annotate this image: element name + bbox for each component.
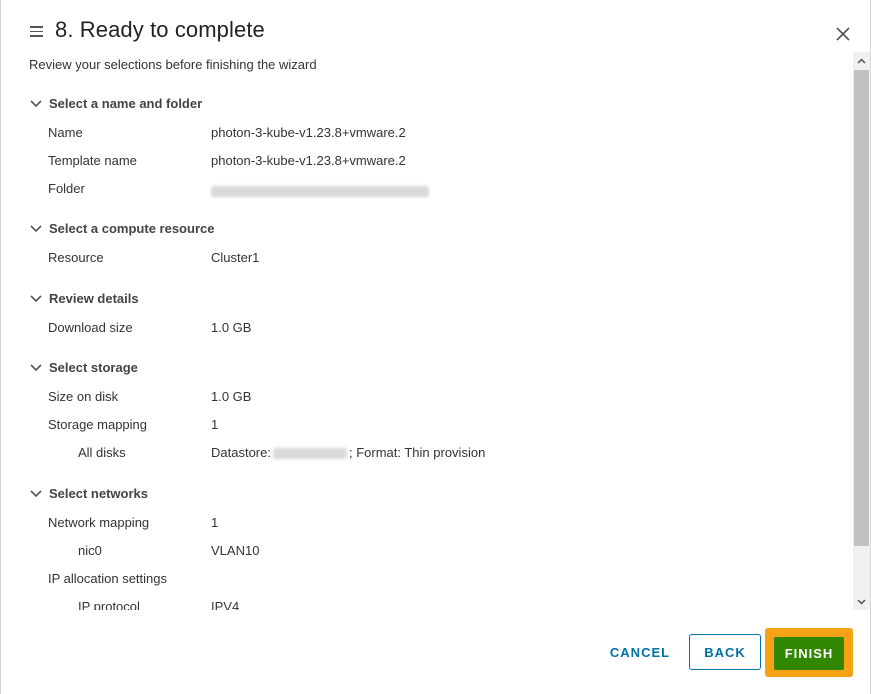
section-compute-toggle[interactable]: Select a compute resource xyxy=(29,221,214,236)
ip-protocol-label: IP protocol xyxy=(78,599,140,610)
chevron-down-icon xyxy=(30,99,42,107)
section-title: Select networks xyxy=(49,486,148,501)
name-label: Name xyxy=(48,125,83,140)
ip-allocation-label: IP allocation settings xyxy=(48,571,167,586)
dialog-subtitle: Review your selections before finishing … xyxy=(29,57,317,72)
finish-button[interactable]: FINISH xyxy=(774,637,844,670)
storage-mapping-value: 1 xyxy=(211,417,219,432)
network-mapping-value: 1 xyxy=(211,515,219,530)
cancel-button[interactable]: CANCEL xyxy=(601,634,679,670)
dialog-header: 8. Ready to complete xyxy=(1,0,871,52)
ip-protocol-value: IPV4 xyxy=(211,599,240,610)
format-text: ; Format: Thin provision xyxy=(348,445,486,460)
scroll-up-arrow-icon[interactable] xyxy=(853,52,870,69)
section-networks-toggle[interactable]: Select networks xyxy=(29,486,148,501)
storage-mapping-label: Storage mapping xyxy=(48,417,148,432)
section-name-folder-toggle[interactable]: Select a name and folder xyxy=(29,96,202,111)
section-title: Review details xyxy=(49,291,139,306)
scrollbar-thumb[interactable] xyxy=(854,70,869,546)
network-mapping-label: Network mapping xyxy=(48,515,150,530)
section-title: Select a compute resource xyxy=(49,221,215,236)
back-button[interactable]: BACK xyxy=(689,634,761,670)
section-title: Select storage xyxy=(49,360,138,375)
nic0-value: VLAN10 xyxy=(211,543,260,558)
folder-label: Folder xyxy=(48,181,85,196)
section-storage-toggle[interactable]: Select storage xyxy=(29,360,138,375)
all-disks-value: Datastore: ; Format: Thin provision xyxy=(211,445,485,460)
vertical-scrollbar[interactable] xyxy=(853,52,870,610)
size-on-disk-value: 1.0 GB xyxy=(211,389,252,404)
resource-label: Resource xyxy=(48,250,104,265)
name-value: photon-3-kube-v1.23.8+vmware.2 xyxy=(211,125,406,140)
all-disks-label: All disks xyxy=(78,445,126,460)
chevron-down-icon xyxy=(30,489,42,497)
scroll-down-arrow-icon[interactable] xyxy=(853,593,870,610)
page-title: 8. Ready to complete xyxy=(55,17,265,42)
folder-value-redacted xyxy=(211,183,429,198)
datastore-prefix: Datastore: xyxy=(211,445,271,460)
hamburger-menu-icon[interactable] xyxy=(30,26,43,37)
resource-value: Cluster1 xyxy=(211,250,260,265)
chevron-down-icon xyxy=(30,363,42,371)
chevron-down-icon xyxy=(30,294,42,302)
size-on-disk-label: Size on disk xyxy=(48,389,119,404)
download-size-value: 1.0 GB xyxy=(211,320,252,335)
dialog-footer: CANCEL BACK FINISH xyxy=(1,610,871,694)
section-title: Select a name and folder xyxy=(49,96,203,111)
template-name-label: Template name xyxy=(48,153,137,168)
close-icon[interactable] xyxy=(834,25,852,43)
review-content: Select a name and folder Name photon-3-k… xyxy=(1,78,853,610)
datastore-redacted xyxy=(272,448,347,460)
download-size-label: Download size xyxy=(48,320,133,335)
wizard-dialog: 8. Ready to complete Review your selecti… xyxy=(0,0,871,694)
template-name-value: photon-3-kube-v1.23.8+vmware.2 xyxy=(211,153,406,168)
chevron-down-icon xyxy=(30,224,42,232)
nic0-label: nic0 xyxy=(78,543,102,558)
section-review-toggle[interactable]: Review details xyxy=(29,291,139,306)
